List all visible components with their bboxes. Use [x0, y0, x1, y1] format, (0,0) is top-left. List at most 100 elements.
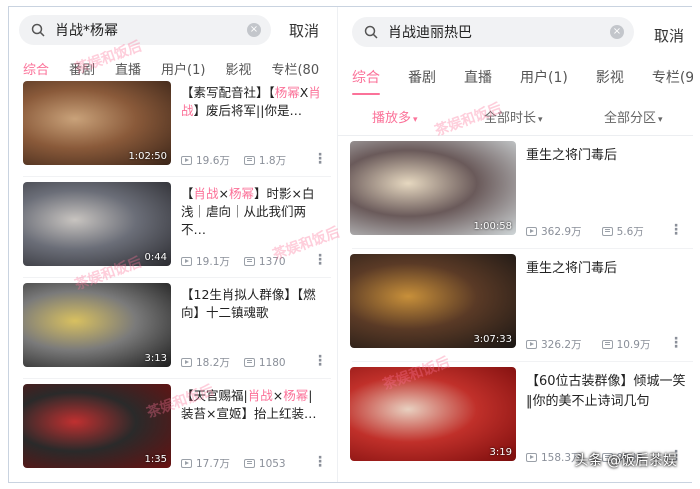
chevron-down-icon: ▾	[538, 115, 543, 125]
tab-item[interactable]: 影视	[596, 67, 624, 87]
video-duration: 0:44	[144, 252, 167, 263]
clear-icon[interactable]: ×	[610, 25, 624, 39]
video-stats: 18.2万 1180	[181, 355, 300, 370]
play-count-value: 19.6万	[196, 155, 230, 167]
video-title[interactable]: 【天官赐福|肖战×杨幂|装苔×宣姬】抬上红装…	[181, 387, 321, 441]
search-input[interactable]: 肖战*杨幂 ×	[19, 15, 271, 45]
filter-label: 播放多	[372, 111, 412, 126]
danmaku-icon	[601, 340, 613, 349]
more-options-icon[interactable]: ⋮	[313, 252, 327, 268]
video-stats: 17.7万 1053	[181, 456, 300, 471]
danmaku-icon	[243, 257, 255, 266]
video-card[interactable]: 1:00:58 重生之将门毒后 362.9万 5.6万 ⋮	[338, 141, 693, 254]
video-thumbnail[interactable]: 1:35	[23, 384, 171, 468]
video-title[interactable]: 【60位古装群像】倾城一笑‖你的美不止诗词几句	[526, 372, 688, 412]
video-title[interactable]: 重生之将门毒后	[526, 146, 688, 186]
tab-item[interactable]: 直播	[115, 59, 141, 78]
play-count: 17.7万	[181, 456, 230, 471]
danmaku-count: 10.9万	[601, 337, 651, 352]
tab-item[interactable]: 综合	[352, 67, 380, 95]
filter-label: 全部分区	[604, 111, 657, 126]
tab-item[interactable]: 影视	[225, 59, 251, 78]
danmaku-icon	[601, 227, 613, 236]
video-thumbnail[interactable]: 1:02:50	[23, 81, 171, 165]
play-count-value: 362.9万	[541, 226, 582, 238]
filter-zone[interactable]: 全部分区 ▾	[604, 107, 663, 126]
left-search-panel: 肖战*杨幂 × 取消 综合 番剧 直播 用户(1) 影视 专栏(80 1:02:50 【素写…	[9, 7, 331, 482]
title-text: 【	[181, 186, 194, 201]
search-query: 肖战迪丽热巴	[388, 25, 472, 41]
cancel-button[interactable]: 取消	[654, 25, 684, 46]
tab-item[interactable]: 番剧	[408, 67, 436, 87]
danmaku-count-value: 5.6万	[616, 226, 644, 238]
filter-duration[interactable]: 全部时长 ▾	[484, 107, 543, 126]
tab-item[interactable]: 专栏(99	[652, 67, 693, 87]
danmaku-count-value: 10.9万	[616, 339, 651, 351]
play-count-icon	[181, 257, 192, 266]
video-thumbnail[interactable]: 3:19	[350, 367, 516, 461]
play-count: 19.6万	[181, 153, 230, 168]
play-count-value: 17.7万	[196, 458, 230, 470]
search-input[interactable]: 肖战迪丽热巴 ×	[352, 17, 634, 47]
danmaku-count: 1.8万	[243, 153, 287, 168]
video-duration: 3:13	[144, 353, 167, 364]
video-card[interactable]: 3:13 【12生肖拟人群像】【燃向】十二镇魂歌 18.2万 1180 ⋮	[9, 283, 331, 384]
tab-item[interactable]: 综合	[23, 59, 50, 86]
video-duration: 3:07:33	[473, 334, 512, 345]
tab-item[interactable]: 用户(1)	[520, 67, 568, 87]
video-stats: 362.9万 5.6万	[526, 224, 664, 239]
more-options-icon[interactable]: ⋮	[313, 353, 327, 369]
keyword-highlight: 杨幂	[229, 186, 255, 201]
cancel-button[interactable]: 取消	[289, 20, 319, 41]
play-count: 18.2万	[181, 355, 230, 370]
tab-item[interactable]: 专栏(80	[271, 59, 319, 78]
play-count: 362.9万	[526, 224, 582, 239]
video-title[interactable]: 重生之将门毒后	[526, 259, 688, 299]
video-thumbnail[interactable]: 0:44	[23, 182, 171, 266]
keyword-highlight: 肖战	[193, 186, 219, 201]
more-options-icon[interactable]: ⋮	[669, 222, 683, 238]
play-count-icon	[526, 453, 537, 462]
play-count-icon	[526, 340, 537, 349]
title-text: 【12生肖拟人群像】【燃向】十二镇魂歌	[181, 287, 316, 320]
video-duration: 1:00:58	[473, 221, 512, 232]
play-count-icon	[181, 358, 192, 367]
play-count-icon	[181, 459, 192, 468]
video-card[interactable]: 3:07:33 重生之将门毒后 326.2万 10.9万 ⋮	[338, 254, 693, 367]
more-options-icon[interactable]: ⋮	[313, 454, 327, 470]
video-title[interactable]: 【肖战×杨幂】时影×白浅｜虐向｜从此我们两不…	[181, 185, 321, 239]
video-card[interactable]: 0:44 【肖战×杨幂】时影×白浅｜虐向｜从此我们两不… 19.1万 1370 ⋮	[9, 182, 331, 283]
play-count: 19.1万	[181, 254, 230, 269]
title-text: 【素写配音社】【	[181, 85, 275, 100]
danmaku-count: 1370	[243, 256, 286, 268]
category-tabs: 综合 番剧 直播 用户(1) 影视 专栏(80	[9, 59, 331, 86]
filter-most-played[interactable]: 播放多 ▾	[372, 107, 418, 126]
video-thumbnail[interactable]: 3:13	[23, 283, 171, 367]
search-query: 肖战*杨幂	[55, 23, 118, 39]
video-card[interactable]: 1:35 【天官赐福|肖战×杨幂|装苔×宣姬】抬上红装… 17.7万 1053 ⋮	[9, 384, 331, 482]
video-thumbnail[interactable]: 1:00:58	[350, 141, 516, 235]
danmaku-icon	[243, 459, 255, 468]
more-options-icon[interactable]: ⋮	[313, 151, 327, 167]
keyword-highlight: 肖战	[247, 388, 273, 403]
danmaku-icon	[243, 358, 255, 367]
video-thumbnail[interactable]: 3:07:33	[350, 254, 516, 348]
title-text: 【天官赐福|	[181, 388, 248, 403]
clear-icon[interactable]: ×	[247, 23, 261, 37]
video-duration: 3:19	[489, 447, 512, 458]
play-count-value: 19.1万	[196, 256, 230, 268]
tab-item[interactable]: 番剧	[69, 59, 95, 78]
screenshot-frame: 肖战*杨幂 × 取消 综合 番剧 直播 用户(1) 影视 专栏(80 1:02:50 【素写…	[8, 6, 693, 483]
danmaku-count: 5.6万	[601, 224, 644, 239]
more-options-icon[interactable]: ⋮	[669, 335, 683, 351]
danmaku-count-value: 1.8万	[258, 155, 287, 167]
source-credit: 头条 @饭后茶娱	[574, 453, 677, 469]
keyword-highlight: 杨幂	[283, 388, 309, 403]
video-title[interactable]: 【素写配音社】【杨幂X肖战】废后将军||你是…	[181, 84, 321, 138]
tab-item[interactable]: 直播	[464, 67, 492, 87]
video-title[interactable]: 【12生肖拟人群像】【燃向】十二镇魂歌	[181, 286, 321, 340]
category-tabs: 综合 番剧 直播 用户(1) 影视 专栏(99	[338, 67, 693, 95]
video-card[interactable]: 1:02:50 【素写配音社】【杨幂X肖战】废后将军||你是… 19.6万 1.8万 ⋮	[9, 81, 331, 182]
tab-item[interactable]: 用户(1)	[161, 59, 205, 78]
divider	[338, 135, 693, 136]
